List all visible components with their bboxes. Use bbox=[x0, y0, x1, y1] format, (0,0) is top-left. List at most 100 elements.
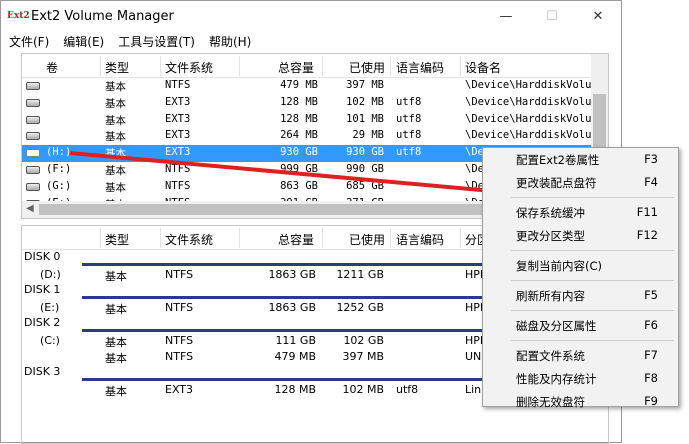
menu-separator bbox=[483, 277, 678, 284]
scroll-left-icon[interactable]: ◀ bbox=[26, 203, 34, 214]
col-used[interactable]: 已使用 bbox=[349, 59, 385, 76]
cell-type: 基本 bbox=[105, 164, 126, 177]
cell-enc: utf8 bbox=[396, 95, 422, 108]
col-total[interactable]: 总容量 bbox=[278, 231, 314, 248]
cell-type: 基本 bbox=[105, 303, 127, 316]
col-total[interactable]: 总容量 bbox=[278, 59, 314, 76]
cell-type: 基本 bbox=[105, 114, 126, 127]
context-menu-label: 保存系统缓冲 bbox=[516, 206, 585, 220]
cell-fs: NTFS bbox=[165, 301, 194, 314]
menu-help[interactable]: 帮助(H) bbox=[209, 33, 251, 50]
col-used[interactable]: 已使用 bbox=[349, 231, 385, 248]
context-menu-item[interactable]: 配置文件系统 F7 bbox=[483, 344, 678, 367]
cell-used: 397 MB bbox=[346, 79, 384, 91]
context-menu-item[interactable]: 复制当前内容(C) bbox=[483, 254, 678, 277]
col-device[interactable]: 设备名 bbox=[465, 59, 501, 76]
cell-used: 1252 GB bbox=[336, 301, 384, 314]
col-encoding[interactable]: 语言编码 bbox=[396, 59, 444, 76]
cell-type: 基本 bbox=[105, 97, 126, 110]
cell-type: 基本 bbox=[105, 131, 126, 144]
context-menu-item[interactable]: 性能及内存统计 F8 bbox=[483, 367, 678, 390]
cell-used: 397 MB bbox=[342, 350, 384, 363]
drive-icon bbox=[26, 115, 40, 124]
cell-total: 479 MB bbox=[280, 79, 318, 91]
cell-dev: \Device\HarddiskVolum bbox=[465, 112, 598, 125]
context-menu-shortcut: F9 bbox=[644, 394, 658, 408]
cell-fs: EXT3 bbox=[165, 112, 191, 125]
context-menu-label: 复制当前内容(C) bbox=[516, 259, 603, 273]
menu-bar: 文件(F) 编辑(E) 工具与设置(T) 帮助(H) bbox=[1, 31, 621, 51]
context-menu-label: 性能及内存统计 bbox=[516, 372, 597, 386]
cell-used: 930 GB bbox=[346, 146, 384, 159]
title-bar[interactable]: Ext2 Ext2 Volume Manager — ☐ ✕ bbox=[1, 1, 621, 31]
context-menu-item[interactable]: 配置Ext2卷属性 F3 bbox=[483, 148, 678, 171]
volume-row[interactable]: 基本 EXT3 128 MB 101 MB utf8 \Device\HarddiskVo… bbox=[22, 112, 608, 129]
cell-total: 1863 GB bbox=[268, 301, 316, 314]
maximize-button[interactable]: ☐ bbox=[529, 1, 575, 31]
context-menu-shortcut: F4 bbox=[644, 175, 658, 189]
cell-used: 102 GB bbox=[343, 334, 384, 347]
context-menu-shortcut: F6 bbox=[644, 318, 658, 332]
cell-total: 264 MB bbox=[280, 129, 318, 142]
cell-dev: \Device\HarddiskVolum bbox=[465, 129, 598, 142]
disk-label-text: DISK 0 bbox=[24, 250, 61, 263]
drive-icon bbox=[26, 149, 40, 158]
col-type[interactable]: 类型 bbox=[105, 59, 129, 76]
context-menu-shortcut: F11 bbox=[636, 205, 658, 219]
col-volume[interactable]: 卷 bbox=[46, 59, 58, 76]
volume-row[interactable]: 基本 EXT3 264 MB 29 MB utf8 \Device\HarddiskVol… bbox=[22, 128, 608, 145]
cell-fs: EXT3 bbox=[165, 383, 194, 396]
col-fs[interactable]: 文件系统 bbox=[165, 59, 213, 76]
cell-used: 1211 GB bbox=[336, 268, 384, 281]
context-menu-item[interactable]: 刷新所有内容 F5 bbox=[483, 284, 678, 307]
cell-total: 128 MB bbox=[280, 112, 318, 125]
cell-total: 1863 GB bbox=[268, 268, 316, 281]
cell-type: 基本 bbox=[105, 148, 126, 161]
menu-separator bbox=[483, 307, 678, 314]
cell-type: 基本 bbox=[105, 352, 127, 365]
cell-enc: utf8 bbox=[396, 146, 422, 159]
context-menu-item[interactable]: 保存系统缓冲 F11 bbox=[483, 201, 678, 224]
cell-vol: (F:) bbox=[46, 162, 72, 175]
drive-icon bbox=[26, 132, 40, 141]
menu-file[interactable]: 文件(F) bbox=[9, 33, 49, 50]
menu-separator bbox=[483, 247, 678, 254]
col-type[interactable]: 类型 bbox=[105, 231, 129, 248]
cell-type: 基本 bbox=[105, 81, 126, 93]
menu-edit[interactable]: 编辑(E) bbox=[63, 33, 104, 50]
context-menu-shortcut: F5 bbox=[644, 288, 658, 302]
context-menu-label: 配置文件系统 bbox=[516, 349, 585, 363]
minimize-button[interactable]: — bbox=[483, 1, 529, 31]
col-fs[interactable]: 文件系统 bbox=[165, 231, 213, 248]
cell-fs: NTFS bbox=[165, 268, 194, 281]
cell-enc: utf8 bbox=[396, 112, 422, 125]
menu-separator bbox=[483, 337, 678, 344]
close-button[interactable]: ✕ bbox=[575, 1, 621, 31]
col-encoding[interactable]: 语言编码 bbox=[396, 231, 444, 248]
context-menu-item[interactable]: 更改分区类型 F12 bbox=[483, 224, 678, 247]
drive-icon bbox=[26, 82, 40, 90]
cell-enc: utf8 bbox=[396, 383, 419, 396]
cell-fs: NTFS bbox=[165, 350, 194, 363]
context-menu-item[interactable]: 磁盘及分区属性 F6 bbox=[483, 314, 678, 337]
cell-used: 101 MB bbox=[346, 112, 384, 125]
cell-used: 990 GB bbox=[346, 162, 384, 175]
cell-total: 863 GB bbox=[280, 179, 318, 192]
context-menu-item[interactable]: 删除无效盘符 F9 bbox=[483, 390, 678, 413]
cell-vol: (E:) bbox=[40, 301, 60, 314]
menu-tools[interactable]: 工具与设置(T) bbox=[118, 33, 195, 50]
disk-label-text: DISK 1 bbox=[24, 283, 61, 296]
cell-total: 479 MB bbox=[274, 350, 316, 363]
cell-total: 111 GB bbox=[275, 334, 316, 347]
context-menu-item[interactable]: 更改装配点盘符 F4 bbox=[483, 171, 678, 194]
context-menu-shortcut: F12 bbox=[636, 228, 658, 242]
context-menu-label: 更改分区类型 bbox=[516, 229, 585, 243]
menu-separator bbox=[483, 194, 678, 201]
disk-label-text: DISK 2 bbox=[24, 316, 61, 329]
volume-row[interactable]: 基本 NTFS 479 MB 397 MB \Device\HarddiskVolum bbox=[22, 78, 608, 95]
cell-vol: (D:) bbox=[40, 268, 61, 281]
cell-vol: (H:) bbox=[46, 146, 72, 159]
cell-type: 基本 bbox=[105, 181, 126, 194]
volume-row[interactable]: 基本 EXT3 128 MB 102 MB utf8 \Device\HarddiskVo… bbox=[22, 95, 608, 112]
cell-vol: (C:) bbox=[40, 334, 60, 347]
